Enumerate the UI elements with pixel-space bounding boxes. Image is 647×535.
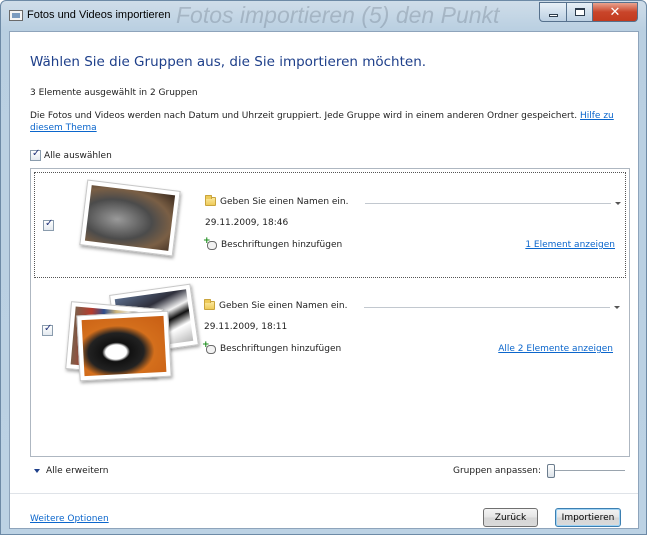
adjust-groups: Gruppen anpassen: <box>453 464 626 478</box>
photo-thumbnail[interactable] <box>79 179 181 257</box>
group-list[interactable]: Geben Sie einen Namen ein. 29.11.2009, 1… <box>30 168 630 457</box>
add-tags-label: Beschriftungen hinzufügen <box>221 240 343 250</box>
group-slider[interactable] <box>547 464 626 478</box>
tag-add-icon <box>203 236 217 250</box>
window-title: Fotos und Videos importieren <box>27 9 171 21</box>
add-tags-label: Beschriftungen hinzufügen <box>220 344 342 354</box>
import-group-1[interactable]: Geben Sie einen Namen ein. 29.11.2009, 1… <box>34 172 626 278</box>
tag-add-icon <box>202 340 216 354</box>
minimize-button[interactable] <box>539 2 567 22</box>
group-name-placeholder: Geben Sie einen Namen ein. <box>219 301 348 311</box>
chevron-down-icon[interactable] <box>614 306 620 309</box>
group-datetime: 29.11.2009, 18:11 <box>204 322 288 332</box>
adjust-groups-label: Gruppen anpassen: <box>453 466 542 476</box>
group-name-field[interactable]: Geben Sie einen Namen ein. <box>205 195 349 207</box>
name-input-underline <box>364 307 610 308</box>
maximize-button[interactable] <box>567 2 593 22</box>
group-checkbox[interactable] <box>42 323 53 336</box>
expand-all-label: Alle erweitern <box>46 466 109 476</box>
close-button[interactable]: ✕ <box>593 2 638 22</box>
chevron-down-icon[interactable] <box>615 202 621 205</box>
name-input-underline <box>365 203 611 204</box>
minimize-icon <box>548 13 558 17</box>
group-datetime: 29.11.2009, 18:46 <box>205 218 289 228</box>
background-window-text: Fotos importieren (5) den Punkt <box>176 2 500 28</box>
import-button[interactable]: Importieren <box>555 508 621 527</box>
add-tags[interactable]: Beschriftungen hinzufügen <box>203 236 343 250</box>
back-button[interactable]: Zurück <box>483 508 538 527</box>
window-frame: Fotos und Videos importieren Fotos impor… <box>0 0 647 535</box>
photo-thumbnail[interactable] <box>76 310 172 382</box>
photo-import-icon <box>9 10 23 21</box>
page-title: Wählen Sie die Gruppen aus, die Sie impo… <box>30 54 427 70</box>
show-items-link[interactable]: Alle 2 Elemente anzeigen <box>498 344 613 354</box>
add-tags[interactable]: Beschriftungen hinzufügen <box>202 340 342 354</box>
import-group-2[interactable]: Geben Sie einen Namen ein. 29.11.2009, 1… <box>34 283 626 393</box>
description-text: Die Fotos und Videos werden nach Datum u… <box>30 111 578 121</box>
title-bar[interactable]: Fotos und Videos importieren Fotos impor… <box>1 1 646 31</box>
group-name-placeholder: Geben Sie einen Namen ein. <box>220 197 349 207</box>
folder-icon <box>204 299 215 310</box>
select-all[interactable]: Alle auswählen <box>30 148 112 161</box>
close-icon: ✕ <box>609 4 621 20</box>
expand-all[interactable]: Alle erweitern <box>34 466 109 476</box>
chevron-down-icon <box>34 469 40 473</box>
group-checkbox[interactable] <box>43 218 54 231</box>
more-options-link[interactable]: Weitere Optionen <box>30 514 109 524</box>
maximize-icon <box>574 8 585 16</box>
window-controls: ✕ <box>539 2 638 22</box>
footer-divider <box>10 493 638 494</box>
folder-icon <box>205 195 216 206</box>
cat-photo <box>81 315 167 377</box>
description: Die Fotos und Videos werden nach Datum u… <box>30 110 630 134</box>
slider-thumb[interactable] <box>547 464 556 478</box>
selection-count: 3 Elemente ausgewählt in 2 Gruppen <box>30 88 198 98</box>
show-items-link[interactable]: 1 Element anzeigen <box>525 240 615 250</box>
dialog-content: Wählen Sie die Gruppen aus, die Sie impo… <box>9 31 639 529</box>
slider-track-line <box>547 470 626 471</box>
cat-photo <box>84 185 176 251</box>
group-name-field[interactable]: Geben Sie einen Namen ein. <box>204 299 348 311</box>
select-all-checkbox[interactable] <box>30 148 41 161</box>
select-all-label: Alle auswählen <box>44 150 112 161</box>
